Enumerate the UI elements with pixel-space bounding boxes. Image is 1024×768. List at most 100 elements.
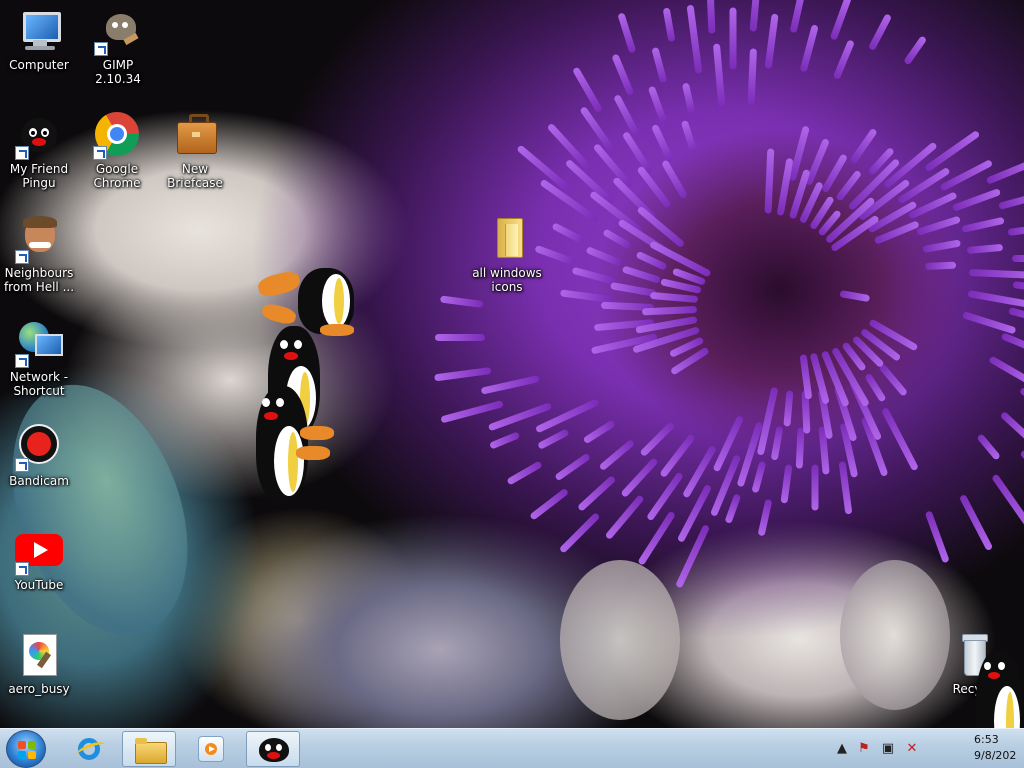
action-center-flag-icon[interactable]: ⚑ [856, 741, 872, 757]
wallpaper-spine [647, 85, 668, 124]
desktop-icon-network-shortcut[interactable]: Network - Shortcut [1, 320, 77, 398]
desktop-icon-computer[interactable]: Computer [1, 8, 77, 72]
system-tray: ▲ ⚑ ▣ ✕ 6:53 9/8/202 [834, 729, 1024, 768]
wallpaper-spine [811, 464, 819, 511]
desktop-icon-bandicam[interactable]: Bandicam [1, 424, 77, 488]
show-hidden-icons-chevron[interactable]: ▲ [834, 741, 850, 757]
wallpaper-spine [712, 43, 725, 109]
wallpaper-spine [585, 246, 623, 267]
bandicam-icon [15, 424, 63, 472]
wallpaper-spine [650, 123, 675, 163]
youtube-icon [15, 528, 63, 576]
taskbar-button-pingu[interactable] [246, 731, 300, 767]
desktop-icon-my-friend-pingu[interactable]: My Friend Pingu [1, 112, 77, 190]
desktop-icon-label: GIMP 2.10.34 [95, 58, 141, 86]
desktop-icon-label: Neighbours from Hell ... [3, 266, 75, 294]
media-player-icon [198, 736, 224, 762]
wallpaper-spine [604, 494, 645, 541]
wallpaper-spine [868, 318, 919, 352]
wallpaper-spine [489, 431, 521, 450]
wallpaper-spine [554, 452, 592, 482]
desktop-icon-aero-busy[interactable]: aero_busy [1, 632, 77, 696]
desktop-wallpaper [0, 0, 1024, 728]
wallpaper-petal [0, 360, 220, 660]
windows-start-icon [18, 741, 36, 759]
wallpaper-spine [764, 13, 780, 69]
wallpaper-spine [749, 0, 762, 32]
wallpaper-spine [922, 239, 961, 253]
shortcut-arrow-icon [15, 250, 29, 264]
wallpaper-spine [529, 488, 570, 522]
wallpaper-spine [617, 12, 637, 55]
wallpaper-spine [637, 510, 677, 566]
shortcut-arrow-icon [15, 354, 29, 368]
clock[interactable]: 6:53 9/8/202 [974, 732, 1016, 764]
desktop-icon-google-chrome[interactable]: Google Chrome [79, 112, 155, 190]
wallpaper-spine [789, 0, 809, 34]
gimp-icon [94, 8, 142, 56]
taskbar-button-internet-explorer[interactable] [62, 731, 116, 767]
wallpaper-spine [1007, 223, 1024, 236]
internet-explorer-icon [75, 736, 107, 762]
wallpaper-spine [551, 221, 587, 245]
wallpaper-spine [705, 0, 716, 34]
desktop-icon-label: Computer [9, 58, 69, 72]
desktop-icon-youtube[interactable]: YouTube [1, 528, 77, 592]
taskbar-button-media-player[interactable] [184, 731, 238, 767]
wallpaper-spine [988, 355, 1024, 385]
wallpaper-spine [1012, 281, 1024, 298]
desktop-icon-all-windows-icons[interactable]: all windows icons [469, 216, 545, 294]
wallpaper-spine [864, 372, 887, 403]
start-button[interactable] [6, 730, 46, 768]
computer-icon [15, 8, 63, 56]
shortcut-arrow-icon [15, 146, 29, 160]
shortcut-arrow-icon [93, 146, 107, 160]
network-icon[interactable]: ▣ [880, 741, 896, 757]
wallpaper-spine [878, 363, 909, 397]
taskbar: ▲ ⚑ ▣ ✕ 6:53 9/8/202 [0, 728, 1024, 768]
wallpaper-spine [757, 499, 773, 537]
wallpaper-spine [439, 400, 504, 424]
wallpaper-spine [724, 493, 742, 524]
wallpaper-spine [571, 66, 604, 113]
desktop-icon-label: Network - Shortcut [9, 370, 69, 398]
wallpaper-spine [662, 7, 676, 42]
pingu-icon [259, 738, 289, 762]
wallpaper-spine [537, 428, 570, 450]
wallpaper-spine [770, 425, 784, 461]
wallpaper-spine [480, 374, 540, 395]
wallpaper-spine [1019, 386, 1024, 418]
folder-icon [483, 216, 531, 264]
pingu-sprite [256, 326, 336, 501]
desktop-icon-gimp[interactable]: GIMP 2.10.34 [80, 8, 156, 86]
wallpaper-spine [829, 0, 852, 41]
wallpaper-spine [599, 439, 636, 472]
wallpaper-spine [990, 472, 1024, 533]
shortcut-arrow-icon [15, 562, 29, 576]
wallpaper-spine [799, 24, 819, 73]
shortcut-arrow-icon [15, 458, 29, 472]
wallpaper-spine [639, 420, 676, 457]
wallpaper-spine [751, 460, 767, 493]
paint-file-icon [15, 632, 63, 680]
wallpaper-spine [641, 305, 698, 316]
wallpaper-spine [962, 310, 1017, 334]
wallpaper-spine [613, 93, 641, 137]
clock-date: 9/8/202 [974, 749, 1017, 762]
wallpaper-spine [967, 244, 1004, 255]
volume-muted-icon[interactable]: ✕ [904, 741, 920, 757]
wallpaper-spine [924, 510, 950, 564]
wallpaper-spine [880, 407, 920, 472]
wallpaper-spine [1000, 332, 1024, 359]
neighbours-icon [15, 216, 63, 264]
wallpaper-spine [611, 53, 635, 97]
wallpaper-spine [795, 427, 805, 469]
wallpaper-spine [660, 159, 688, 199]
desktop-icon-neighbours[interactable]: Neighbours from Hell ... [1, 216, 77, 294]
briefcase-icon [171, 112, 219, 160]
taskbar-button-windows-explorer[interactable] [122, 731, 176, 767]
desktop-icon-new-briefcase[interactable]: New Briefcase [157, 112, 233, 190]
wallpaper-spine [848, 127, 878, 165]
folder-explorer-icon [135, 738, 167, 764]
wallpaper-spine [576, 475, 617, 512]
